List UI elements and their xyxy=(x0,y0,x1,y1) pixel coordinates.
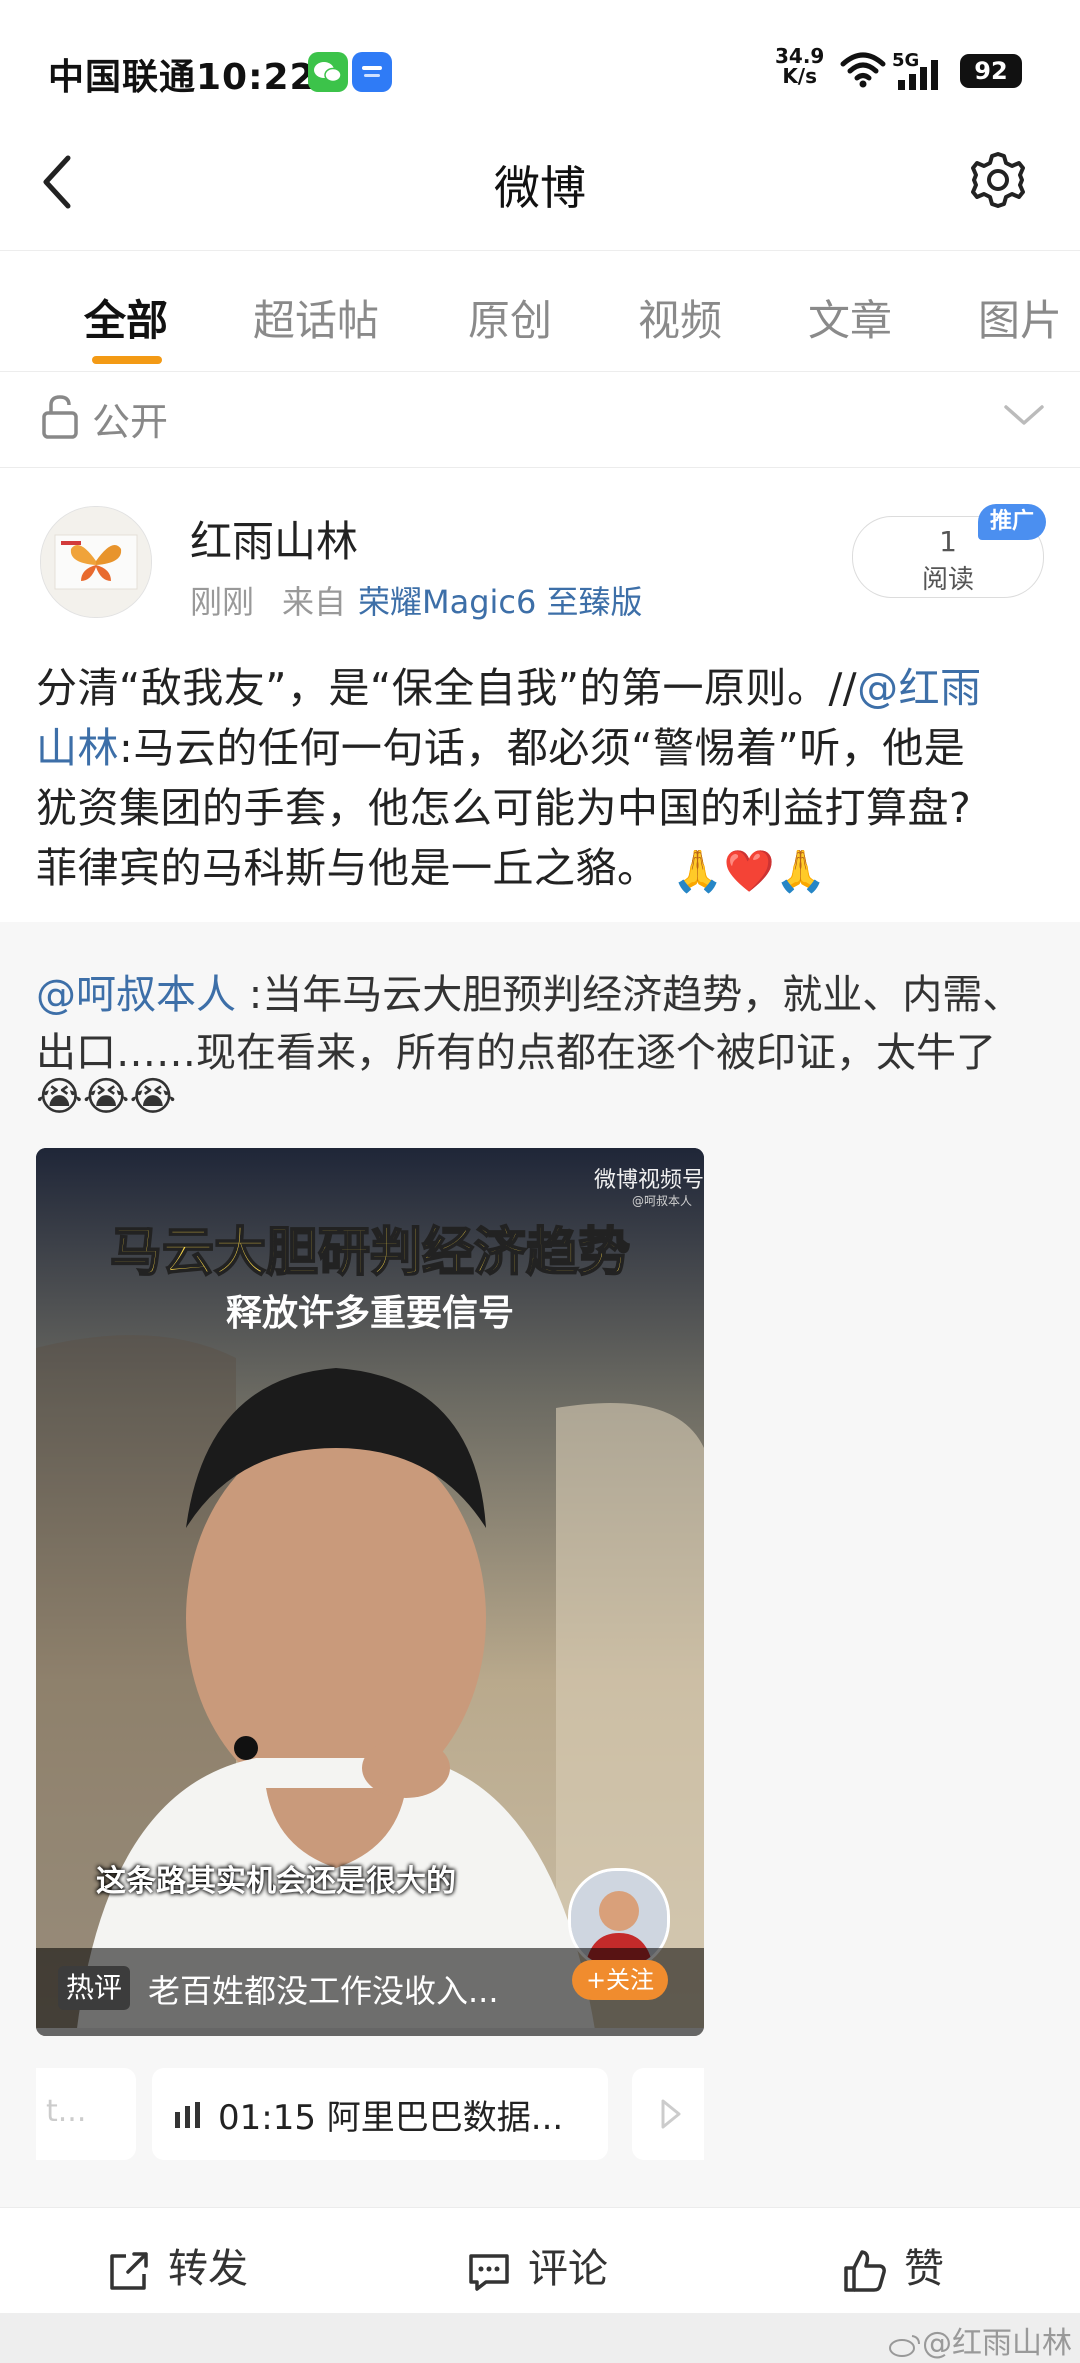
watermark-text: @红雨山林 xyxy=(922,2326,1072,2361)
previous-audio-text: t... xyxy=(46,2094,87,2129)
tab-bar: 全部 超话帖 原创 视频 文章 图片 xyxy=(0,250,1080,372)
mention-link[interactable]: @红雨 xyxy=(857,664,982,712)
comment-button[interactable]: 评论 xyxy=(466,2236,608,2294)
retweet-text-line: @呵叔本人 :当年马云大胆预判经济趋势，就业、内需、 xyxy=(36,962,1022,1020)
audio-label: 01:15 阿里巴巴数据... xyxy=(218,2090,563,2139)
unlock-icon xyxy=(42,395,78,439)
post-source-device[interactable]: 荣耀Magic6 至臻版 xyxy=(358,577,643,623)
post-text-line: 分清“敌我友”，是“保全自我”的第一原则。//@红雨 xyxy=(36,654,982,714)
tab-image[interactable]: 图片 xyxy=(978,287,1062,348)
butterfly-icon xyxy=(41,507,151,617)
video-progress-strip xyxy=(36,2028,704,2036)
heart-emoji: ❤️ xyxy=(723,846,776,895)
read-label: 阅读 xyxy=(921,565,974,595)
active-tab-indicator xyxy=(92,356,162,364)
post-text-line: 山林:马云的任何一句话，都必须“警惕着”听，他是 xyxy=(36,714,965,774)
mention-link[interactable]: 山林 xyxy=(36,724,119,772)
crying-emoji: 😭 xyxy=(82,1074,130,1120)
audio-carousel: t... 01:15 阿里巴巴数据... xyxy=(36,2068,704,2160)
video-channel-name: 微博视频号 xyxy=(594,1168,704,1193)
audio-item[interactable]: 01:15 阿里巴巴数据... xyxy=(152,2068,608,2160)
audio-title: 阿里巴巴数据... xyxy=(326,2098,564,2138)
post-text: :马云的任何一句话，都必须“警惕着”听，他是 xyxy=(119,724,966,772)
battery-indicator: 92 xyxy=(960,54,1022,88)
hot-comment-text: 老百姓都没工作没收入... xyxy=(148,1972,499,2010)
gear-icon xyxy=(971,152,1025,208)
network-speed: 34.9 K/s xyxy=(775,46,824,86)
comment-label: 评论 xyxy=(528,2246,608,2292)
hot-comment-tag: 热评 xyxy=(58,1966,130,2010)
promote-tag[interactable]: 推广 xyxy=(978,504,1046,540)
retweet-text-line: 出口……现在看来，所有的点都在逐个被印证，太牛了 xyxy=(36,1030,996,1076)
crying-emoji: 😭 xyxy=(36,1074,83,1120)
comment-icon xyxy=(469,2254,509,2291)
author-name[interactable]: 红雨山林 xyxy=(190,508,358,569)
net-speed-unit: K/s xyxy=(782,64,818,88)
retweet-emoji-line: 😭😭😭 xyxy=(36,1074,176,1120)
cellular-signal-icon xyxy=(898,60,938,90)
author-avatar[interactable] xyxy=(40,506,152,618)
video-title: 马云大胆研判经济趋势 xyxy=(109,1222,631,1284)
like-button[interactable]: 赞 xyxy=(842,2236,944,2294)
status-bar: 中国联通10:22 34.9 K/s 5G 92 xyxy=(0,0,1080,130)
visibility-selector[interactable]: 公开 xyxy=(0,371,1080,468)
post-text: 菲律宾的马科斯与他是一丘之貉。 xyxy=(36,844,659,892)
video-player[interactable]: 微博视频号 @呵叔本人 马云大胆研判经济趋势 释放许多重要信号 这条路其实机会还… xyxy=(36,1148,704,2036)
post-text-line: 犹资集团的手套，他怎么可能为中国的利益打算盘? xyxy=(36,784,972,832)
net-speed-value: 34.9 xyxy=(775,44,825,68)
app-store-icon xyxy=(352,52,392,92)
thumbs-up-icon xyxy=(844,2250,886,2292)
wechat-icon xyxy=(308,52,348,92)
follow-button[interactable]: +关注 xyxy=(572,1960,668,2000)
repost-label: 转发 xyxy=(168,2246,248,2292)
visibility-label: 公开 xyxy=(92,400,169,444)
tab-original[interactable]: 原创 xyxy=(468,287,552,348)
video-subtitle: 释放许多重要信号 xyxy=(225,1293,514,1334)
audio-wave-icon xyxy=(175,2102,200,2128)
tab-video[interactable]: 视频 xyxy=(638,287,722,348)
share-icon xyxy=(110,2252,148,2290)
retweet-text: :当年马云大胆预判经济趋势，就业、内需、 xyxy=(236,972,1023,1018)
tab-all[interactable]: 全部 xyxy=(84,287,168,348)
pray-emoji: 🙏 xyxy=(775,846,827,895)
post-time: 刚刚 xyxy=(190,583,255,621)
repost-button[interactable]: 转发 xyxy=(106,2236,248,2294)
audio-duration: 01:15 xyxy=(218,2098,316,2138)
page-title: 微博 xyxy=(494,161,586,215)
previous-audio-item[interactable]: t... xyxy=(36,2068,136,2160)
tab-article[interactable]: 文章 xyxy=(808,287,892,348)
action-bar: 转发 评论 赞 xyxy=(0,2207,1080,2314)
pray-emoji: 🙏 xyxy=(672,846,724,895)
post-source-prefix: 来自 xyxy=(282,583,347,621)
tab-super-topic[interactable]: 超话帖 xyxy=(253,287,379,348)
next-audio-button[interactable] xyxy=(632,2068,704,2160)
carrier-time: 中国联通10:22 xyxy=(48,57,316,98)
wifi-icon xyxy=(840,52,886,88)
weibo-logo-icon xyxy=(889,2334,920,2357)
retweet-author-mention[interactable]: @呵叔本人 xyxy=(36,972,236,1018)
crying-emoji: 😭 xyxy=(129,1074,177,1120)
settings-button[interactable] xyxy=(966,148,1030,212)
post-text-line: 菲律宾的马科斯与他是一丘之貉。 🙏❤️🙏 xyxy=(36,834,827,896)
video-channel-handle: @呵叔本人 xyxy=(632,1194,693,1208)
like-label: 赞 xyxy=(904,2246,944,2292)
post-text: 分清“敌我友”，是“保全自我”的第一原则。// xyxy=(36,664,858,712)
chevron-down-icon xyxy=(1004,405,1044,425)
play-icon xyxy=(661,2099,681,2129)
weibo-watermark: @红雨山林 xyxy=(888,2318,1072,2362)
